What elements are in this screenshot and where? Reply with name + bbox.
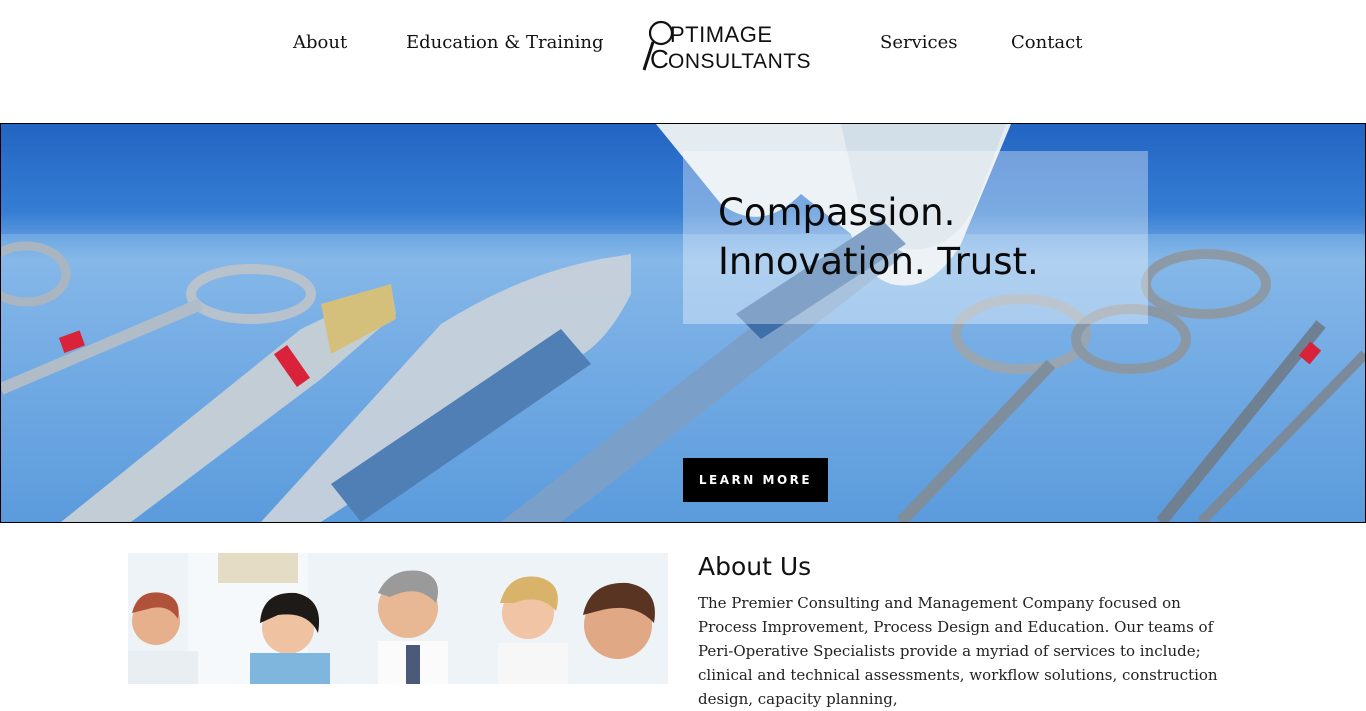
logo-text-line1: PTIMAGE (670, 22, 773, 47)
nav-education-training-link[interactable]: Education & Training (406, 32, 604, 53)
site-header: About Education & Training PTIMAGE C ONS… (0, 0, 1366, 123)
hero-headline: Compassion. Innovation. Trust. (718, 188, 1138, 286)
nav-about-link[interactable]: About (293, 32, 347, 53)
about-heading: About Us (698, 552, 812, 581)
nav-services-link[interactable]: Services (880, 32, 957, 53)
optimage-logo[interactable]: PTIMAGE C ONSULTANTS (642, 18, 820, 76)
medical-team-image (128, 553, 668, 684)
hero-headline-line2: Innovation. Trust. (718, 240, 1039, 283)
about-team-photo (128, 553, 668, 684)
about-body-text: The Premier Consulting and Management Co… (698, 594, 1218, 708)
nav-contact-link[interactable]: Contact (1011, 32, 1082, 53)
learn-more-button[interactable]: LEARN MORE (683, 458, 828, 502)
logo-text-line2: ONSULTANTS (668, 50, 812, 73)
hero-headline-line1: Compassion. (718, 191, 956, 234)
logo-c-letter: C (650, 44, 670, 74)
